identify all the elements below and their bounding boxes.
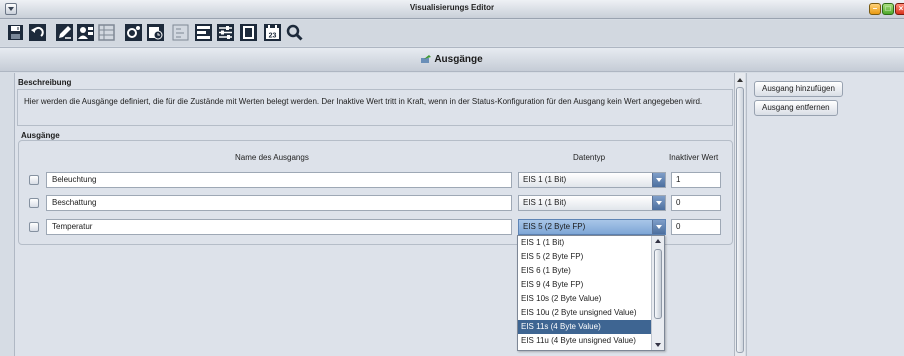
settings-icon [125,24,142,41]
settings-button[interactable] [124,23,143,42]
remove-output-button[interactable]: Ausgang entfernen [754,100,838,116]
undo-button[interactable] [28,23,47,42]
close-button[interactable]: × [895,3,904,15]
toolbar: 23 [0,20,904,46]
scroll-down-icon[interactable] [655,343,661,347]
edit-icon [56,24,73,41]
inactive-value-field[interactable]: 1 [671,172,721,188]
dropdown-arrow-icon[interactable] [652,220,665,234]
dropdown-scrollbar[interactable] [651,236,664,350]
add-output-button[interactable]: Ausgang hinzufügen [754,81,843,97]
datatype-select[interactable]: EIS 1 (1 Bit) [518,172,666,188]
dropdown-option[interactable]: EIS 11u (4 Byte unsigned Value) [518,334,652,348]
description-box: Hier werden die Ausgänge definiert, die … [17,89,733,126]
main-scrollbar[interactable] [734,73,745,356]
sliders-button[interactable] [216,23,235,42]
edit-button[interactable] [55,23,74,42]
page-button[interactable] [239,23,258,42]
grid-button[interactable] [97,23,116,42]
row-checkbox[interactable] [29,175,39,185]
minimize-button[interactable]: – [869,3,881,15]
dropdown-option[interactable]: EIS 10u (2 Byte unsigned Value) [518,306,652,320]
schedule-icon [147,24,164,41]
datatype-value: EIS 1 (1 Bit) [523,175,567,184]
page-icon [240,24,257,41]
dropdown-option-highlighted[interactable]: EIS 11s (4 Byte Value) [518,320,652,334]
dropdown-option[interactable]: EIS 5 (2 Byte FP) [518,250,652,264]
status-icon [172,24,189,41]
sliders-icon [217,24,234,41]
section-header: Ausgänge [0,47,904,72]
datatype-select[interactable]: EIS 1 (1 Bit) [518,195,666,211]
dropdown-option[interactable]: EIS 1 (1 Bit) [518,236,652,250]
calendar-number: 23 [269,33,277,40]
datatype-select[interactable]: EIS 5 (2 Byte FP) [518,219,666,235]
output-name-field[interactable]: Beleuchtung [46,172,512,188]
datatype-dropdown-list: EIS 1 (1 Bit) EIS 5 (2 Byte FP) EIS 6 (1… [517,235,665,351]
datatype-value: EIS 1 (1 Bit) [523,198,567,207]
calendar-icon: 23 [264,24,281,41]
maximize-button[interactable]: □ [882,3,894,15]
dropdown-option[interactable]: EIS 6 (1 Byte) [518,264,652,278]
outputs-icon [195,24,212,41]
output-name-field[interactable]: Temperatur [46,219,512,235]
description-label: Beschreibung [18,78,72,87]
calendar-button[interactable]: 23 [263,23,282,42]
dropdown-arrow-icon[interactable] [652,196,665,210]
datatype-value: EIS 5 (2 Byte FP) [523,222,586,231]
inactive-value-field[interactable]: 0 [671,219,721,235]
outputs-button[interactable] [194,23,213,42]
title-bar: Visualisierungs Editor – □ × [0,0,904,19]
window-title: Visualisierungs Editor [409,3,495,12]
save-icon [8,25,23,40]
user-button[interactable] [76,23,95,42]
section-title: Ausgänge [434,54,483,65]
column-header-name: Name des Ausgangs [235,153,309,162]
description-text: Hier werden die Ausgänge definiert, die … [24,97,703,106]
schedule-button[interactable] [146,23,165,42]
scroll-up-icon[interactable] [737,78,743,82]
dropdown-option[interactable]: EIS 10s (2 Byte Value) [518,292,652,306]
user-icon [77,24,94,41]
scroll-up-icon[interactable] [655,239,661,243]
outputs-label: Ausgänge [21,131,60,140]
outputs-header-icon [421,55,432,63]
search-button[interactable] [285,23,304,42]
search-icon [286,24,303,41]
status-button[interactable] [171,23,190,42]
row-checkbox[interactable] [29,198,39,208]
dropdown-arrow-icon[interactable] [652,173,665,187]
save-button[interactable] [6,23,25,42]
inactive-value-field[interactable]: 0 [671,195,721,211]
scrollbar-thumb[interactable] [654,249,662,319]
undo-icon [29,24,46,41]
output-name-field[interactable]: Beschattung [46,195,512,211]
column-header-type: Datentyp [573,153,606,162]
row-checkbox[interactable] [29,222,39,232]
column-header-inactive: Inaktiver Wert [669,153,719,162]
scrollbar-thumb[interactable] [736,87,744,353]
dropdown-option[interactable]: EIS 9 (4 Byte FP) [518,278,652,292]
side-panel: Ausgang hinzufügen Ausgang entfernen [746,73,904,356]
grid-icon [98,24,115,41]
